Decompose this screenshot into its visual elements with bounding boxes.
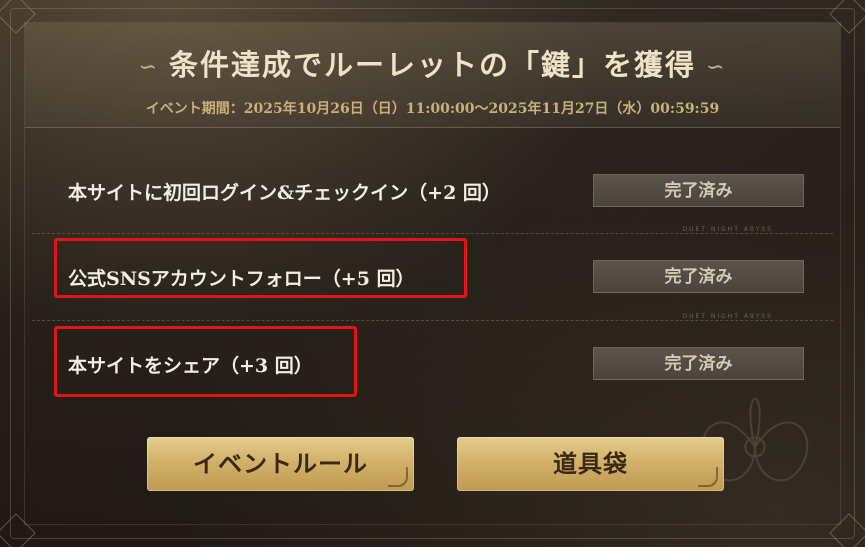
divider: DUET NIGHT ABYSS <box>32 313 833 321</box>
divider: DUET NIGHT ABYSS <box>32 226 833 234</box>
flourish-left-icon: ∽ <box>138 54 159 80</box>
task-status-button[interactable]: 完了済み <box>593 260 804 293</box>
page-title: ∽ 条件達成でルーレットの「鍵」を獲得 ∽ <box>0 42 865 84</box>
task-row-login: 本サイトに初回ログイン&チェックイン（+2 回） 完了済み <box>68 170 804 210</box>
corner-curl-icon <box>698 467 718 487</box>
highlight-box-share <box>54 326 357 397</box>
page-title-text: 条件達成でルーレットの「鍵」を獲得 <box>168 48 696 82</box>
event-period: イベント期間：2025年10月26日（日）11:00:00〜2025年11月27… <box>145 101 720 117</box>
highlight-box-sns-follow <box>54 238 467 298</box>
event-rules-label: イベントルール <box>193 449 368 478</box>
event-rules-button[interactable]: イベントルール <box>147 437 414 491</box>
item-bag-button[interactable]: 道具袋 <box>457 437 724 491</box>
event-panel: ∽ 条件達成でルーレットの「鍵」を獲得 ∽ イベント期間：2025年10月26日（日… <box>0 0 865 547</box>
divider-tag: DUET NIGHT ABYSS <box>682 226 773 233</box>
corner-curl-icon <box>388 467 408 487</box>
task-status-button[interactable]: 完了済み <box>593 174 804 207</box>
task-label: 本サイトに初回ログイン&チェックイン（+2 回） <box>68 182 501 204</box>
flourish-right-icon: ∽ <box>706 54 727 80</box>
item-bag-label: 道具袋 <box>553 449 628 478</box>
divider-tag: DUET NIGHT ABYSS <box>682 313 773 320</box>
